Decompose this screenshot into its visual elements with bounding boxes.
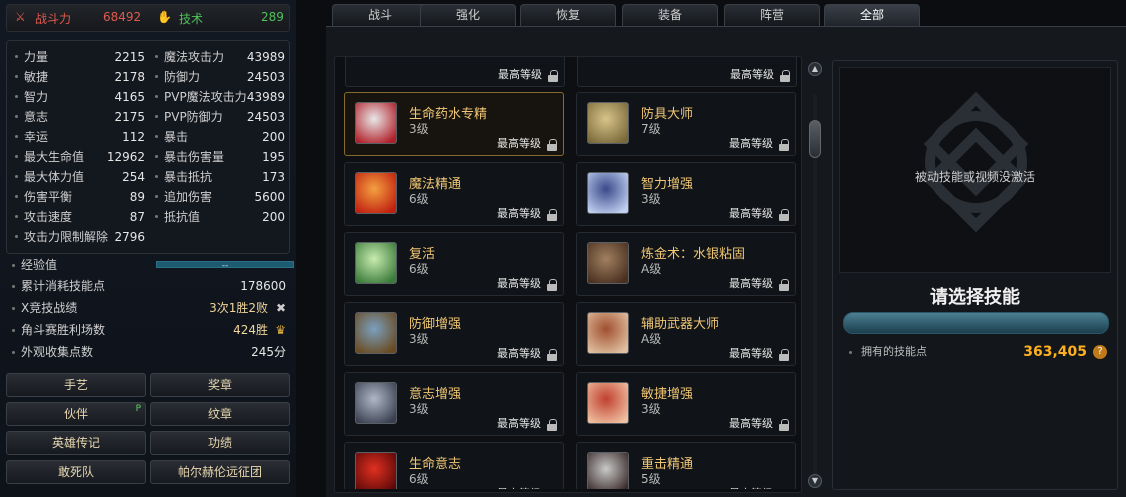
select-skill-prompt: 请选择技能 — [930, 287, 1020, 308]
help-icon[interactable]: ? — [1093, 345, 1107, 359]
skill-points-value: 363,405 — [1023, 344, 1087, 360]
skill-card[interactable]: 复活 6级 最高等级 — [344, 232, 564, 296]
will-icon — [355, 382, 397, 424]
skill-level: 6级 — [409, 472, 429, 486]
skill-tabs: 战斗 强化 恢复 装备 阵营 全部 — [326, 4, 920, 26]
skill-level: A级 — [641, 262, 662, 276]
skill-card[interactable]: 炼金术：水银粘固 A级 最高等级 — [576, 232, 796, 296]
skill-level: 3级 — [409, 122, 429, 136]
tab-equipment[interactable]: 装备 — [622, 4, 718, 26]
skill-level: 6级 — [409, 192, 429, 206]
tab-enhance[interactable]: 强化 — [420, 4, 516, 26]
skill-card[interactable]: 智力增强 3级 最高等级 — [576, 162, 796, 226]
skill-points-label: 拥有的技能点 — [861, 345, 927, 358]
power-bar: ⚔ 战斗力 68492 ✋ 技术 289 — [6, 4, 290, 32]
skill-list-scrollbar[interactable]: ▲ ▼ — [808, 62, 822, 492]
skill-level: 3级 — [641, 192, 661, 206]
magic-icon — [355, 172, 397, 214]
strike-icon — [587, 452, 629, 489]
brain-icon — [587, 172, 629, 214]
skill-level: A级 — [641, 332, 662, 346]
revive-icon — [355, 242, 397, 284]
skill-card[interactable]: 重击精通5级最高等级 — [576, 442, 796, 489]
sword-icon: ⚔ — [15, 10, 26, 24]
skill-level: 5级 — [641, 472, 661, 486]
tab-combat[interactable]: 战斗 — [332, 4, 428, 26]
max-level-label: 最高等级 — [729, 347, 773, 360]
max-level-label: 最高等级 — [497, 137, 541, 150]
lock-icon — [779, 139, 789, 151]
life-icon — [355, 452, 397, 489]
tab-all[interactable]: 全部 — [824, 4, 920, 26]
skill-card[interactable]: 防具大师 7级 最高等级 — [576, 92, 796, 156]
max-level-label: 最高等级 — [729, 277, 773, 290]
skill-hand-icon: ✋ — [157, 10, 172, 24]
lock-icon — [779, 349, 789, 361]
skill-points-row: 拥有的技能点 363,405 ? — [843, 341, 1109, 363]
tab-recovery[interactable]: 恢复 — [520, 4, 616, 26]
skill-value: 289 — [261, 10, 284, 24]
skill-progress-bar — [843, 312, 1109, 334]
max-level-label: 最高等级 — [729, 417, 773, 430]
max-level-label: 最高等级 — [497, 207, 541, 220]
lock-icon — [779, 419, 789, 431]
scroll-thumb[interactable] — [809, 120, 821, 158]
lock-icon — [547, 209, 557, 221]
max-level-label: 最高等级 — [497, 347, 541, 360]
skill-label: 技术 — [179, 12, 204, 26]
scroll-down-icon[interactable]: ▼ — [808, 474, 822, 488]
skill-card[interactable]: 防御增强 3级 最高等级 — [344, 302, 564, 366]
lock-icon — [779, 209, 789, 221]
skill-card[interactable]: 生命药水专精 3级 最高等级 — [344, 92, 564, 156]
skill-card[interactable]: 魔法精通 6级 最高等级 — [344, 162, 564, 226]
skill-preview: 被动技能或视频没激活 — [839, 67, 1111, 273]
skill-level: 3级 — [641, 402, 661, 416]
combat-power-value: 68492 — [103, 10, 142, 24]
lock-icon — [547, 139, 557, 151]
combat-power-label: 战斗力 — [35, 12, 72, 26]
lock-icon — [547, 419, 557, 431]
skill-level: 3级 — [409, 332, 429, 346]
alchemy-icon — [587, 242, 629, 284]
max-level-label: 最高等级 — [729, 137, 773, 150]
skill-level: 7级 — [641, 122, 661, 136]
skill-card[interactable]: 敏捷增强 3级 最高等级 — [576, 372, 796, 436]
scroll-up-icon[interactable]: ▲ — [808, 62, 822, 76]
lock-icon — [779, 279, 789, 291]
weapon-icon — [587, 312, 629, 354]
skill-card[interactable]: 意志增强 3级 最高等级 — [344, 372, 564, 436]
max-level-label: 最高等级 — [497, 277, 541, 290]
armor-icon — [587, 102, 629, 144]
lock-icon — [547, 349, 557, 361]
inactive-message: 被动技能或视频没激活 — [914, 170, 1035, 184]
shield-icon — [355, 312, 397, 354]
skill-level: 3级 — [409, 402, 429, 416]
max-level-label: 最高等级 — [729, 207, 773, 220]
skill-card[interactable]: 辅助武器大师 A级 最高等级 — [576, 302, 796, 366]
lock-icon — [547, 279, 557, 291]
skill-level: 6级 — [409, 262, 429, 276]
tab-faction[interactable]: 阵营 — [724, 4, 820, 26]
agility-icon — [587, 382, 629, 424]
skill-card[interactable]: 生命意志6级最高等级 — [344, 442, 564, 489]
max-level-label: 最高等级 — [497, 417, 541, 430]
potion-icon — [355, 102, 397, 144]
skill-detail-panel: 被动技能或视频没激活 请选择技能 拥有的技能点 363,405 ? — [832, 60, 1118, 490]
